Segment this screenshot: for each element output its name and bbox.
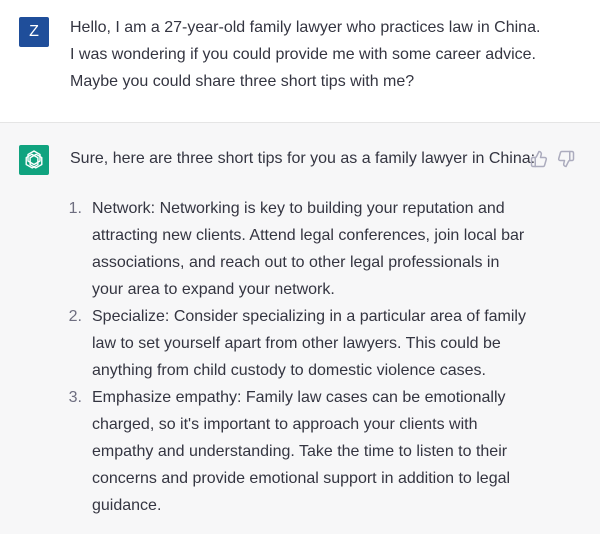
list-item-line: Emphasize empathy: Family law cases can … [92,389,506,406]
list-item-number: 1. [68,200,82,217]
user-message-line: I was wondering if you could provide me … [70,46,536,63]
list-item: 3. Emphasize empathy: Family law cases c… [62,384,592,519]
user-message-line: Hello, I am a 27-year-old family lawyer … [70,19,541,36]
list-item-number: 2. [68,308,82,325]
user-message-line: Maybe you could share three short tips w… [70,73,415,90]
list-item-line: associations, and reach out to other leg… [92,254,500,271]
list-item-line: guidance. [92,497,162,514]
list-item: 1. Network: Networking is key to buildin… [62,195,592,303]
list-item-line: anything from child custody to domestic … [92,362,486,379]
user-message: Z Hello, I am a 27-year-old family lawye… [0,0,600,123]
list-item-line: Network: Networking is key to building y… [92,200,505,217]
thumbs-up-icon[interactable] [530,150,548,168]
list-item-line: attracting new clients. Attend legal con… [92,227,525,244]
list-item-line: your area to expand your network. [92,281,335,298]
list-item: 2. Specialize: Consider specializing in … [62,303,592,384]
list-item-line: Specialize: Consider specializing in a p… [92,308,526,325]
assistant-intro: Sure, here are three short tips for you … [70,150,536,167]
openai-logo-icon [19,145,49,175]
user-message-text: Hello, I am a 27-year-old family lawyer … [70,14,590,95]
assistant-message: Sure, here are three short tips for you … [0,123,600,534]
list-item-number: 3. [68,389,82,406]
list-item-line: empathy and understanding. Take the time… [92,443,508,460]
list-item-line: charged, so it's important to approach y… [92,416,478,433]
list-item-line: law to set yourself apart from other law… [92,335,501,352]
list-item-line: concerns and provide emotional support i… [92,470,511,487]
tips-list: 1. Network: Networking is key to buildin… [62,195,592,519]
user-avatar: Z [19,17,49,47]
thumbs-down-icon[interactable] [557,150,575,168]
